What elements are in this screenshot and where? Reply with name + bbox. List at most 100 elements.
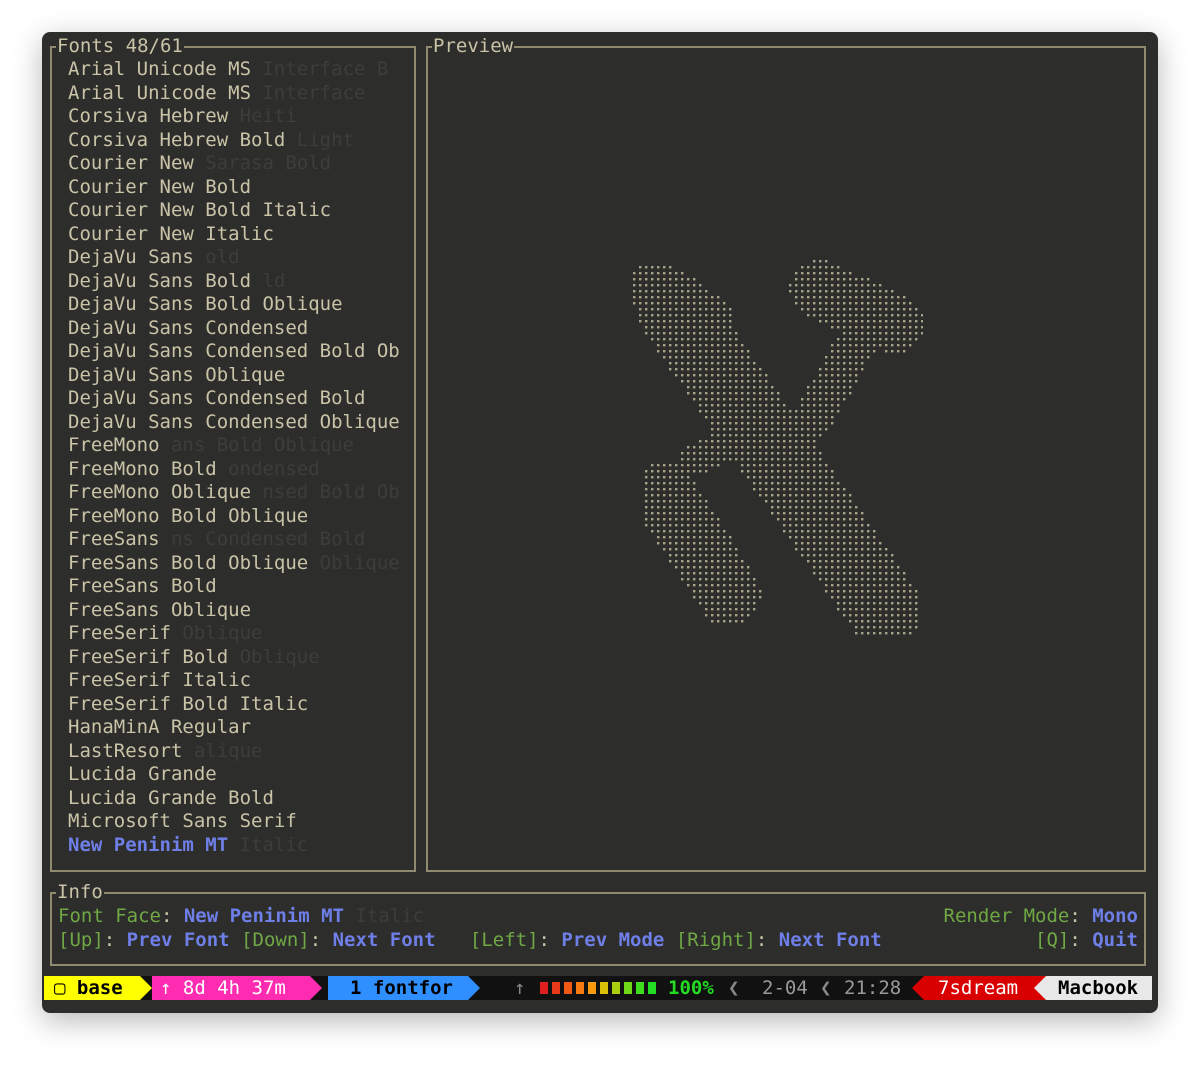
font-list-item[interactable]: HanaMinA Regular [68, 716, 400, 740]
font-list[interactable]: Arial Unicode MS Interface B Arial Unicod… [68, 58, 400, 857]
font-list-item[interactable]: Courier New Italic [68, 223, 400, 247]
glyph-dot [873, 566, 876, 569]
glyph-dot [825, 500, 828, 503]
font-list-item[interactable]: FreeSans Bold Oblique Oblique [68, 552, 400, 576]
font-list-item[interactable]: New Peninim MT Italic [68, 834, 400, 858]
glyph-dot [753, 608, 756, 611]
font-list-item[interactable]: FreeMono Bold Oblique [68, 505, 400, 529]
font-list-item[interactable]: DejaVu Sans Condensed Bold Ob [68, 340, 400, 364]
glyph-dot [807, 284, 810, 287]
font-list-item[interactable]: DejaVu Sans Oblique [68, 364, 400, 388]
font-list-item[interactable]: Lucida Grande Bold [68, 787, 400, 811]
glyph-dot [855, 296, 858, 299]
glyph-dot [843, 272, 846, 275]
glyph-dot [687, 392, 690, 395]
font-list-item[interactable]: Courier New Bold [68, 176, 400, 200]
font-list-item[interactable]: Courier New Sarasa Bold [68, 152, 400, 176]
font-list-item[interactable]: Courier New Bold Italic [68, 199, 400, 223]
glyph-dot [723, 350, 726, 353]
font-list-item[interactable]: FreeMono Oblique nsed Bold Ob [68, 481, 400, 505]
glyph-dot [801, 512, 804, 515]
glyph-dot [861, 566, 864, 569]
glyph-dot [885, 614, 888, 617]
date-segment: 2-04 [762, 977, 808, 999]
font-list-item[interactable]: DejaVu Sans Condensed Bold [68, 387, 400, 411]
glyph-dot [867, 608, 870, 611]
glyph-dot [765, 422, 768, 425]
font-list-item[interactable]: FreeMono ans Bold Oblique [68, 434, 400, 458]
glyph-dot [669, 266, 672, 269]
glyph-dot [705, 338, 708, 341]
glyph-dot [789, 524, 792, 527]
window-segment[interactable]: 1 fontfor [328, 976, 468, 1000]
font-list-item[interactable]: LastResort alique [68, 740, 400, 764]
glyph-dot [657, 500, 660, 503]
glyph-dot [771, 494, 774, 497]
font-list-item[interactable]: Lucida Grande [68, 763, 400, 787]
key-right[interactable]: [Right] [676, 929, 756, 951]
font-list-item[interactable]: FreeSans Bold [68, 575, 400, 599]
glyph-dot [645, 326, 648, 329]
font-list-item[interactable]: FreeMono Bold ondensed [68, 458, 400, 482]
glyph-dot [861, 554, 864, 557]
font-list-item[interactable]: Arial Unicode MS Interface [68, 82, 400, 106]
glyph-dot [705, 566, 708, 569]
glyph-dot [717, 620, 720, 623]
font-list-item[interactable]: FreeSans ns Condensed Bold [68, 528, 400, 552]
glyph-dot [663, 530, 666, 533]
glyph-dot [789, 446, 792, 449]
key-left[interactable]: [Left] [470, 929, 539, 951]
glyph-dot [681, 338, 684, 341]
font-list-item[interactable]: DejaVu Sans old [68, 246, 400, 270]
glyph-dot [651, 524, 654, 527]
font-list-item[interactable]: DejaVu Sans Bold Oblique [68, 293, 400, 317]
glyph-dot [813, 308, 816, 311]
glyph-dot [699, 362, 702, 365]
key-up[interactable]: [Up] [58, 929, 104, 951]
render-mode-row: Render Mode: Mono [943, 905, 1139, 927]
glyph-dot [909, 344, 912, 347]
glyph-dot [693, 560, 696, 563]
font-list-item[interactable]: DejaVu Sans Bold ld [68, 270, 400, 294]
glyph-dot [819, 470, 822, 473]
glyph-dot [777, 512, 780, 515]
font-list-item[interactable]: Microsoft Sans Serif [68, 810, 400, 834]
font-list-item[interactable]: FreeSerif Bold Italic [68, 693, 400, 717]
glyph-dot [681, 506, 684, 509]
glyph-dot [699, 374, 702, 377]
font-list-item[interactable]: Corsiva Hebrew Heiti [68, 105, 400, 129]
glyph-dot [861, 542, 864, 545]
glyph-dot [651, 272, 654, 275]
glyph-dot [891, 572, 894, 575]
font-list-item[interactable]: FreeSerif Oblique [68, 622, 400, 646]
glyph-dot [675, 296, 678, 299]
font-list-item[interactable]: FreeSerif Italic [68, 669, 400, 693]
font-list-item[interactable]: DejaVu Sans Condensed [68, 317, 400, 341]
glyph-dot [765, 428, 768, 431]
font-list-item[interactable]: FreeSerif Bold Oblique [68, 646, 400, 670]
font-list-item[interactable]: Corsiva Hebrew Bold Light [68, 129, 400, 153]
glyph-dot [861, 302, 864, 305]
glyph-dot [843, 386, 846, 389]
glyph-dot [747, 452, 750, 455]
glyph-dot [861, 512, 864, 515]
glyph-dot [867, 332, 870, 335]
glyph-dot [651, 518, 654, 521]
glyph-dot [765, 458, 768, 461]
glyph-dot [825, 356, 828, 359]
glyph-dot [867, 278, 870, 281]
font-name-ghost: Italic [228, 833, 309, 856]
glyph-dot [813, 524, 816, 527]
font-list-item[interactable]: DejaVu Sans Condensed Oblique [68, 411, 400, 435]
glyph-dot [807, 266, 810, 269]
key-quit[interactable]: [Q] [1035, 929, 1069, 951]
glyph-dot [795, 278, 798, 281]
font-list-item[interactable]: FreeSans Oblique [68, 599, 400, 623]
glyph-dot [861, 572, 864, 575]
glyph-dot [813, 554, 816, 557]
key-down[interactable]: [Down] [241, 929, 310, 951]
font-list-item[interactable]: Arial Unicode MS Interface B [68, 58, 400, 82]
glyph-dot [783, 422, 786, 425]
glyph-dot [849, 602, 852, 605]
fonts-pane[interactable]: Fonts 48/61 Arial Unicode MS Interface B… [50, 34, 416, 872]
